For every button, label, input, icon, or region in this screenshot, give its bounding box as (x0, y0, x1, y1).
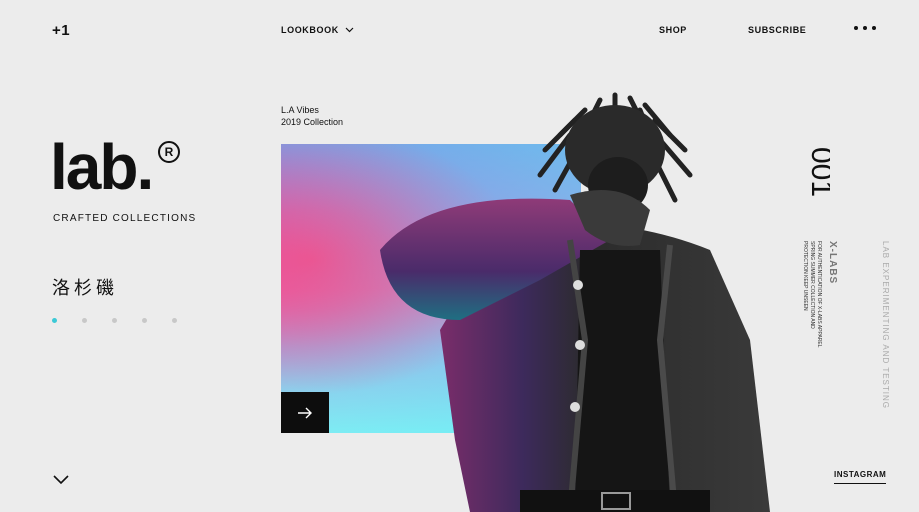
nav-subscribe[interactable]: SUBSCRIBE (748, 25, 806, 35)
slider-dot[interactable] (142, 318, 147, 323)
slider-dot[interactable] (172, 318, 177, 323)
registered-icon: R (158, 141, 180, 163)
scroll-down-chevron-icon[interactable] (52, 472, 70, 486)
collection-title: L.A Vibes (281, 105, 319, 115)
slider-dot[interactable] (52, 318, 57, 323)
next-arrow-button[interactable] (281, 392, 329, 433)
instagram-link[interactable]: INSTAGRAM (834, 470, 887, 484)
slider-dots (52, 318, 177, 323)
brand-logo: lab. R (50, 131, 180, 203)
brand-wordmark: lab. (50, 131, 154, 203)
more-menu-icon[interactable] (854, 26, 876, 30)
nav-lookbook-label: LOOKBOOK (281, 25, 339, 35)
collection-info: L.A Vibes 2019 Collection (281, 104, 343, 128)
collection-number: 001 (805, 147, 830, 197)
slider-dot[interactable] (112, 318, 117, 323)
collection-number-text: 001 (805, 147, 830, 197)
landing-page: +1 LOOKBOOK SHOP SUBSCRIBE lab. R CRAFTE… (0, 0, 919, 512)
nav-lookbook[interactable]: LOOKBOOK (281, 25, 354, 35)
chevron-down-icon (345, 27, 354, 33)
collection-year: 2019 Collection (281, 117, 344, 127)
xlabs-description: FOR AUTHENTICATION OF X-LABS APPAREL SPR… (802, 241, 822, 348)
model-photo (380, 92, 770, 512)
slider-dot[interactable] (82, 318, 87, 323)
city-name: 洛杉磯 (52, 278, 118, 299)
xlabs-label: X-LABS (827, 241, 838, 285)
plus-one-logo[interactable]: +1 (52, 22, 70, 39)
brand-tagline: CRAFTED COLLECTIONS (53, 213, 197, 224)
lab-experimenting-label: LAB EXPERIMENTING AND TESTING (881, 241, 890, 409)
nav-shop[interactable]: SHOP (659, 25, 687, 35)
arrow-right-icon (298, 407, 312, 418)
